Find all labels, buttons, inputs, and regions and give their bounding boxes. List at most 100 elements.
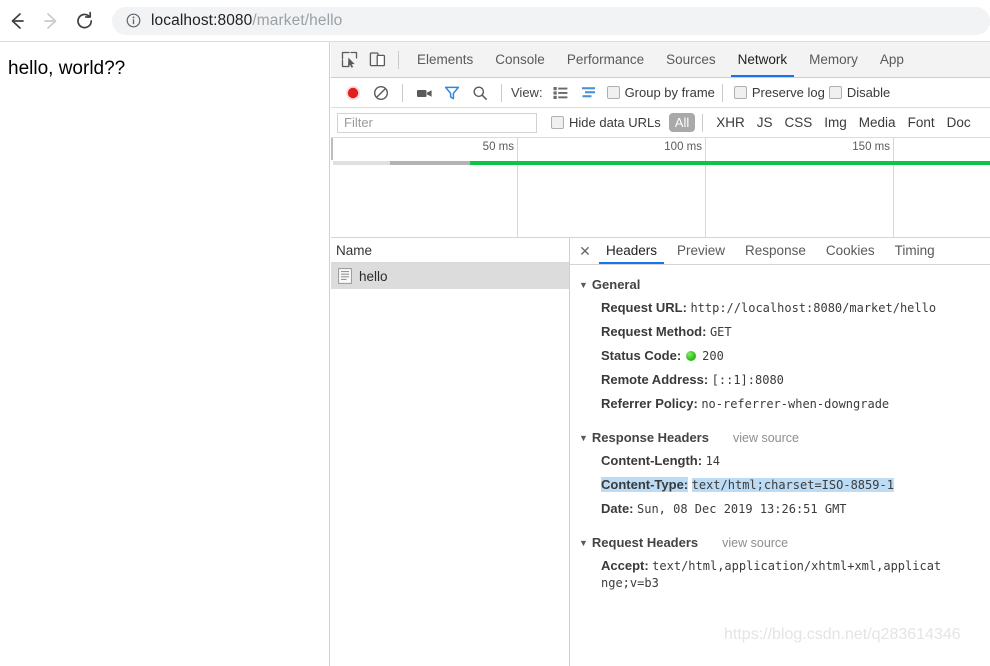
header-row-content-type: Content-Type: text/html;charset=ISO-8859… <box>579 473 990 497</box>
clear-button[interactable] <box>367 79 395 107</box>
preserve-log-option[interactable]: Preserve log <box>733 85 825 100</box>
view-list-button[interactable] <box>547 79 575 107</box>
detail-tabstrip: ✕ Headers Preview Response Cookies Timin… <box>570 238 990 265</box>
tab-performance[interactable]: Performance <box>556 42 655 77</box>
filter-funnel-icon <box>444 86 460 99</box>
search-button[interactable] <box>466 79 494 107</box>
filter-type-media[interactable]: Media <box>859 115 896 130</box>
network-overview-timeline[interactable]: 50 ms 100 ms 150 ms <box>331 138 990 238</box>
chevron-down-icon: ▼ <box>579 280 588 290</box>
clear-icon <box>373 85 389 100</box>
reload-icon <box>77 11 93 28</box>
filter-type-css[interactable]: CSS <box>785 115 813 130</box>
header-name: Request URL: <box>601 300 687 315</box>
tab-timing[interactable]: Timing <box>885 238 945 264</box>
overview-tick: 50 ms <box>483 138 518 237</box>
header-value: 200 <box>702 349 724 363</box>
forward-button[interactable] <box>34 4 68 38</box>
hide-data-urls-option[interactable]: Hide data URLs <box>551 115 661 130</box>
section-request-headers-header[interactable]: ▼ Request Headers view source <box>579 535 990 550</box>
watermark-text: https://blog.csdn.net/q283614346 <box>724 626 961 643</box>
camera-icon <box>416 89 432 97</box>
capture-screenshots-button[interactable] <box>410 79 438 107</box>
request-column-name[interactable]: Name <box>331 238 569 263</box>
tab-network[interactable]: Network <box>727 42 799 77</box>
overview-tick: 100 ms <box>664 138 706 237</box>
tab-sources[interactable]: Sources <box>655 42 727 77</box>
toolbar-divider <box>398 50 399 69</box>
network-filter-bar: Filter Hide data URLs All XHR JS CSS Img… <box>331 108 990 138</box>
overview-left-handle[interactable] <box>331 138 333 160</box>
search-icon <box>473 86 487 100</box>
view-source-link[interactable]: view source <box>722 536 788 550</box>
filter-button[interactable] <box>438 79 466 107</box>
devtools-panel: Elements Console Performance Sources Net… <box>331 42 990 666</box>
header-value: GET <box>709 325 732 339</box>
info-circle-icon[interactable] <box>126 13 141 28</box>
filter-type-img[interactable]: Img <box>824 115 847 130</box>
filter-type-doc[interactable]: Doc <box>947 115 971 130</box>
address-bar[interactable]: localhost:8080/market/hello <box>112 6 990 35</box>
section-response-headers-header[interactable]: ▼ Response Headers view source <box>579 430 990 445</box>
arrow-left-icon <box>11 12 24 29</box>
device-toolbar-icon <box>369 52 385 67</box>
section-title: General <box>591 277 641 292</box>
filter-type-xhr[interactable]: XHR <box>716 115 745 130</box>
header-row-status-code: Status Code: 200 <box>579 344 990 368</box>
page-viewport: hello, world?? <box>0 42 330 666</box>
document-icon <box>338 268 352 284</box>
view-source-link[interactable]: view source <box>733 431 799 445</box>
tab-console[interactable]: Console <box>484 42 556 77</box>
tab-headers[interactable]: Headers <box>596 238 667 264</box>
filter-type-js[interactable]: JS <box>757 115 773 130</box>
header-name: Referrer Policy: <box>601 396 698 411</box>
header-value: no-referrer-when-downgrade <box>701 397 890 411</box>
devtools-tabstrip: Elements Console Performance Sources Net… <box>331 42 990 78</box>
record-button[interactable] <box>339 79 367 107</box>
hide-data-urls-checkbox[interactable] <box>551 116 564 129</box>
filter-type-all[interactable]: All <box>668 113 696 132</box>
filter-type-font[interactable]: Font <box>908 115 935 130</box>
tab-application[interactable]: App <box>869 42 915 77</box>
inspect-element-button[interactable] <box>335 46 363 74</box>
view-label: View: <box>511 85 543 100</box>
table-row[interactable]: hello <box>331 263 569 289</box>
header-name: Content-Type: <box>601 477 689 492</box>
group-by-frame-label: Group by frame <box>624 85 715 100</box>
overview-tick: 150 ms <box>852 138 894 237</box>
url-host: localhost:8080 <box>151 11 253 29</box>
chevron-down-icon: ▼ <box>579 538 588 548</box>
header-value: http://localhost:8080/market/hello <box>690 301 937 315</box>
section-title: Request Headers <box>591 535 699 550</box>
group-by-frame-checkbox[interactable] <box>606 86 620 99</box>
close-icon[interactable]: ✕ <box>574 240 596 262</box>
header-row-request-url: Request URL: http://localhost:8080/marke… <box>579 296 990 320</box>
filter-input[interactable]: Filter <box>337 112 537 133</box>
header-name: Date: <box>601 501 634 516</box>
header-value: [::1]:8080 <box>711 373 784 387</box>
overview-request-bar <box>331 161 990 165</box>
group-by-frame-option[interactable]: Group by frame <box>606 85 715 100</box>
status-badge <box>685 351 696 361</box>
tab-memory[interactable]: Memory <box>798 42 869 77</box>
view-waterfall-button[interactable] <box>575 79 603 107</box>
header-value: text/html;charset=ISO-8859-1 <box>691 478 894 492</box>
overview-bar-download <box>470 161 990 165</box>
tab-response[interactable]: Response <box>735 238 816 264</box>
preserve-log-checkbox[interactable] <box>733 86 747 99</box>
tab-elements[interactable]: Elements <box>406 42 484 77</box>
tab-preview[interactable]: Preview <box>667 238 735 264</box>
device-toolbar-button[interactable] <box>363 46 391 74</box>
overview-bar-stalled <box>390 161 470 165</box>
disable-cache-option[interactable]: Disable <box>828 85 891 100</box>
disable-cache-checkbox[interactable] <box>828 86 842 99</box>
record-button-icon <box>346 85 360 100</box>
disable-cache-label: Disable <box>846 85 891 100</box>
header-row-referrer-policy: Referrer Policy: no-referrer-when-downgr… <box>579 392 990 416</box>
back-button[interactable] <box>0 4 34 38</box>
section-general-header[interactable]: ▼ General <box>579 277 990 292</box>
header-row-remote-address: Remote Address: [::1]:8080 <box>579 368 990 392</box>
tab-cookies[interactable]: Cookies <box>816 238 885 264</box>
reload-button[interactable] <box>68 4 102 38</box>
page-body-text: hello, world?? <box>8 58 126 79</box>
